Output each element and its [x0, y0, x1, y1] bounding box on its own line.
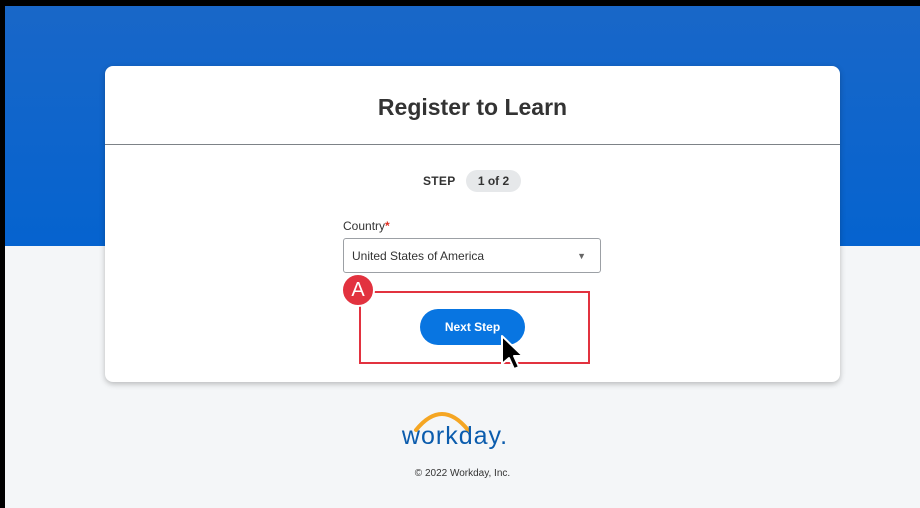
step-label: STEP [423, 174, 456, 188]
mouse-cursor-icon [501, 335, 524, 370]
page: Register to Learn STEP 1 of 2 Country* U… [5, 6, 920, 508]
country-selected-value: United States of America [352, 249, 485, 263]
country-select[interactable]: United States of America ▼ [343, 238, 601, 273]
annotation-badge: A [341, 273, 375, 307]
page-title: Register to Learn [377, 94, 568, 120]
workday-logo: workday. [390, 404, 520, 456]
register-card: Register to Learn STEP 1 of 2 Country* U… [105, 66, 840, 382]
country-label-text: Country [343, 219, 386, 233]
step-indicator: 1 of 2 [466, 170, 521, 192]
copyright-text: © 2022 Workday, Inc. [414, 468, 511, 479]
required-marker: * [385, 219, 390, 233]
dropdown-arrow-icon: ▼ [577, 251, 586, 261]
country-label: Country* [343, 219, 390, 233]
title-divider [105, 144, 840, 145]
logo-text: workday. [401, 422, 509, 450]
